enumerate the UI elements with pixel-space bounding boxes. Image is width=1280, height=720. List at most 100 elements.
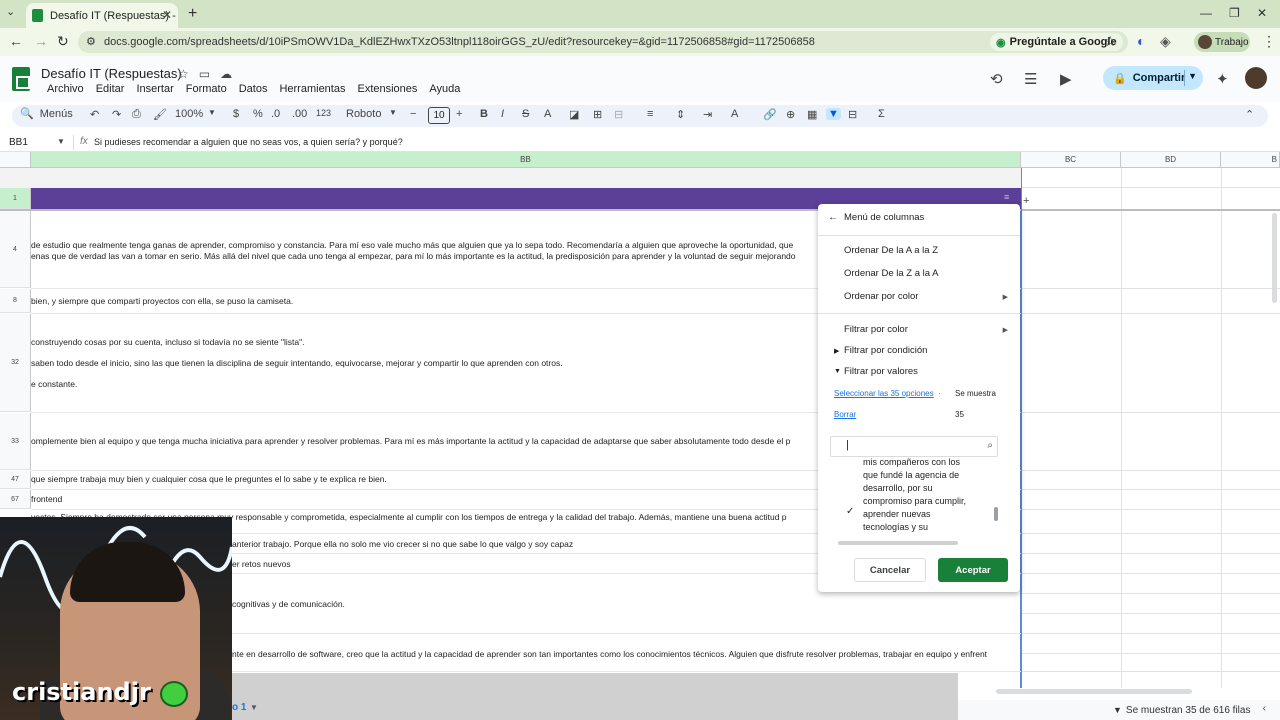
horizontal-scrollbar[interactable] [996, 689, 1192, 694]
row-header[interactable]: 33 [0, 413, 31, 470]
cell-text[interactable]: e constante. [31, 379, 818, 390]
menu-insertar[interactable]: Insertar [130, 83, 179, 95]
sheets-logo-icon[interactable] [12, 67, 30, 91]
number-format-button[interactable]: 123 [316, 108, 331, 118]
sheet-tab-chevron-icon[interactable]: ▼ [250, 703, 258, 712]
sheet-tab[interactable]: o 1 [232, 702, 246, 713]
cancel-button[interactable]: Cancelar [854, 558, 926, 582]
strikethrough-icon[interactable]: S [522, 108, 529, 120]
cell-text[interactable]: de estudio que realmente tenga ganas de … [31, 240, 818, 251]
column-header-bd[interactable]: BD [1121, 152, 1221, 168]
move-folder-icon[interactable]: ▭ [199, 67, 210, 81]
cell-text[interactable]: enas que de verdad las van a tomar en se… [31, 251, 818, 262]
menu-extensiones[interactable]: Extensiones [351, 83, 423, 95]
cell-text[interactable]: bien, y siempre que comparti proyectos c… [31, 296, 818, 307]
print-icon[interactable]: ⎙ [132, 108, 141, 121]
borders-icon[interactable]: ⊞ [593, 108, 602, 121]
name-box-chevron-down-icon[interactable]: ▼ [57, 137, 65, 146]
cell-text[interactable]: construyendo cosas por su cuenta, inclus… [31, 337, 818, 348]
font-size-increase-icon[interactable]: + [456, 108, 462, 120]
text-rotation-icon[interactable]: A [731, 108, 738, 120]
close-icon[interactable]: ✕ [162, 8, 172, 22]
cell-text[interactable]: que siempre trabaja muy bien y cualquier… [31, 474, 818, 485]
cell-text[interactable]: cognitivas y de comunicación. [232, 599, 818, 610]
zoom-select[interactable]: 100% [175, 108, 203, 120]
expand-arrow-icon[interactable]: ▼ [834, 368, 841, 375]
extension-puzzle-icon[interactable]: ◈ [1160, 33, 1171, 50]
redo-icon[interactable]: ↷ [112, 108, 121, 121]
text-wrap-icon[interactable]: ⇥ [703, 108, 712, 121]
cell-text[interactable]: omplemente bien al equipo y que tenga mu… [31, 436, 818, 447]
collapse-sidebar-icon[interactable]: ‹ [1263, 703, 1266, 714]
cloud-status-icon[interactable]: ☁ [220, 67, 232, 81]
row-header[interactable]: 32 [0, 314, 31, 412]
text-color-icon[interactable]: A [544, 108, 551, 120]
filter-views-icon[interactable]: ⊟ [848, 108, 857, 121]
insert-comment-icon[interactable]: ⊕ [786, 108, 795, 121]
clear-link[interactable]: Borrar [834, 410, 856, 419]
filter-by-values-item[interactable]: Filtrar por valores [844, 366, 918, 377]
menu-ayuda[interactable]: Ayuda [423, 83, 466, 95]
gemini-icon[interactable]: ✦ [1216, 70, 1229, 88]
vertical-scrollbar[interactable] [1272, 213, 1277, 303]
formula-input[interactable]: Si pudieses recomendar a alguien que no … [94, 137, 403, 147]
filter-icon[interactable]: ▼ [826, 108, 841, 120]
horizontal-align-icon[interactable]: ≡ [647, 108, 653, 120]
percent-format-button[interactable]: % [253, 108, 263, 120]
forward-icon[interactable]: → [34, 33, 48, 49]
add-column-icon[interactable]: + [1023, 195, 1029, 207]
address-bar[interactable]: ⚙ docs.google.com/spreadsheets/d/10iPSmO… [78, 31, 1128, 53]
paint-format-icon[interactable]: 🖌 [153, 108, 167, 121]
bold-icon[interactable]: B [480, 108, 488, 120]
menu-formato[interactable]: Formato [180, 83, 233, 95]
chevron-down-icon[interactable]: ▼ [1188, 71, 1197, 81]
functions-icon[interactable]: Σ [878, 108, 885, 120]
accept-button[interactable]: Aceptar [938, 558, 1008, 582]
expand-arrow-icon[interactable]: ▶ [834, 347, 839, 355]
checkmark-icon[interactable]: ✓ [846, 506, 854, 517]
restore-icon[interactable]: ❐ [1229, 6, 1240, 20]
sort-z-a-item[interactable]: Ordenar De la Z a la A [844, 268, 939, 279]
back-icon[interactable]: ← [9, 33, 23, 49]
extension-icon[interactable]: ◐ [1137, 33, 1145, 49]
name-box[interactable]: BB1 [9, 137, 28, 148]
row-header[interactable]: 8 [0, 289, 31, 313]
fill-color-icon[interactable]: ◪ [569, 108, 579, 121]
insert-chart-icon[interactable]: ▦ [807, 108, 817, 121]
collapse-toolbar-icon[interactable]: ⌃ [1245, 108, 1254, 121]
italic-icon[interactable]: I [501, 108, 504, 120]
profile-chip[interactable]: Trabajo [1194, 32, 1250, 52]
share-button[interactable]: 🔒 Compartir ▼ [1103, 66, 1203, 90]
ask-google-button[interactable]: ◉ Pregúntale a Google [990, 33, 1123, 51]
minimize-icon[interactable]: — [1200, 6, 1212, 20]
version-history-icon[interactable]: ⟲ [990, 70, 1003, 88]
menu-editar[interactable]: Editar [90, 83, 131, 95]
menu-datos[interactable]: Datos [233, 83, 274, 95]
tab-search-icon[interactable]: ⌄ [6, 5, 15, 18]
browser-tab[interactable]: Desafío IT (Respuestas) - Hojas ✕ [26, 3, 178, 28]
filter-by-condition-item[interactable]: Filtrar por condición [844, 345, 927, 356]
filter-by-color-item[interactable]: Filtrar por color [844, 324, 908, 335]
row-header[interactable]: 47 [0, 471, 31, 489]
row-header[interactable]: 67 [0, 490, 31, 509]
account-avatar[interactable] [1245, 67, 1267, 89]
menu-herramientas[interactable]: Herramientas [273, 83, 351, 95]
menu-archivo[interactable]: Archivo [41, 83, 90, 95]
comments-icon[interactable]: ☰ [1024, 70, 1037, 88]
filter-values-search-input[interactable]: | ⌕ [830, 436, 998, 457]
font-chevron-down-icon[interactable]: ▼ [389, 108, 397, 117]
row-header[interactable]: 1 [0, 188, 31, 209]
sort-by-color-item[interactable]: Ordenar por color [844, 291, 918, 302]
new-tab-icon[interactable]: + [188, 5, 197, 23]
row-header[interactable]: 4 [0, 211, 31, 288]
insert-link-icon[interactable]: 🔗 [763, 108, 777, 121]
font-size-decrease-icon[interactable]: − [410, 108, 416, 120]
bookmark-star-icon[interactable]: ☆ [1104, 33, 1117, 50]
increase-decimal-button[interactable]: .00 [292, 108, 307, 120]
merge-cells-icon[interactable]: ⊟ [614, 108, 623, 121]
column-filter-icon[interactable]: ≡ [1004, 192, 1009, 202]
font-size-input[interactable]: 10 [428, 107, 450, 124]
values-scrollbar[interactable] [994, 507, 998, 521]
window-close-icon[interactable]: ✕ [1257, 6, 1267, 20]
column-header-be[interactable]: B [1221, 152, 1280, 168]
